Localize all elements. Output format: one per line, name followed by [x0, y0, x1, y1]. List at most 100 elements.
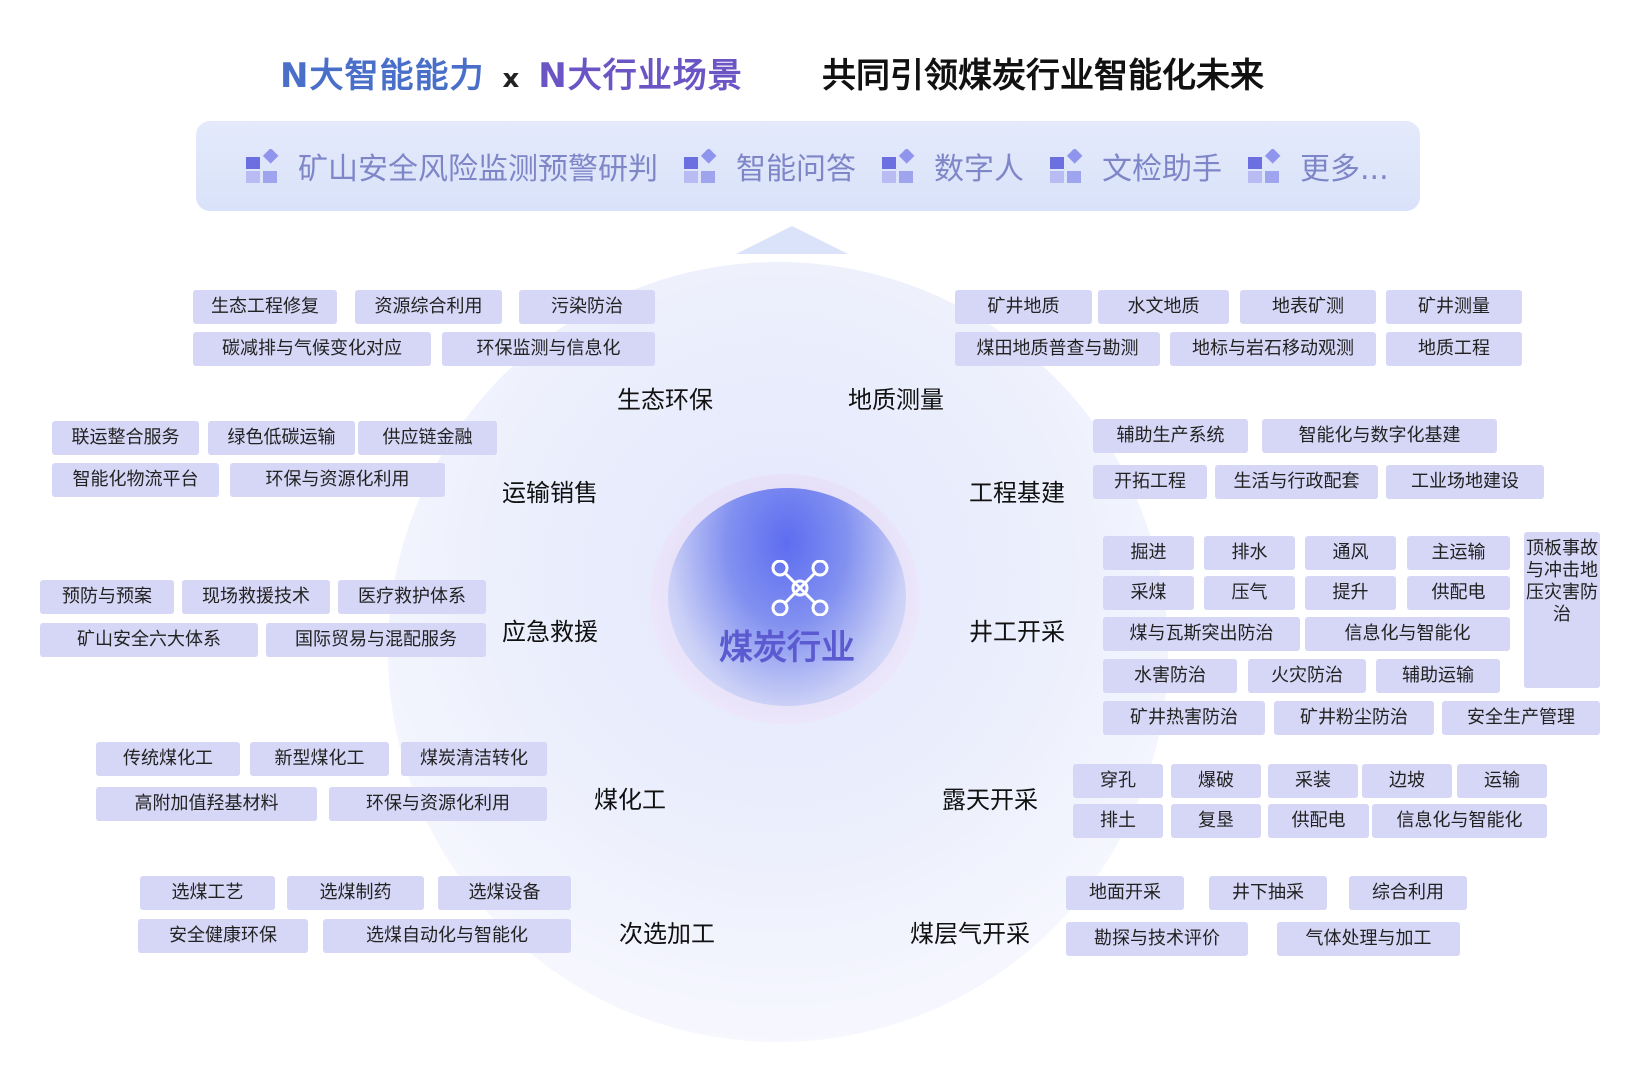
tag-rescue[interactable]: 矿山安全六大体系	[40, 623, 258, 657]
tag-geology[interactable]: 矿井地质	[955, 290, 1092, 324]
capability-label: 矿山安全风险监测预警研判	[298, 152, 658, 187]
tag-underground[interactable]: 通风	[1305, 536, 1396, 570]
tag-underground[interactable]: 安全生产管理	[1442, 701, 1600, 735]
capability-label: 数字人	[934, 152, 1024, 187]
tag-openpit[interactable]: 信息化与智能化	[1372, 804, 1547, 838]
tag-underground[interactable]: 掘进	[1103, 536, 1194, 570]
tag-rescue[interactable]: 预防与预案	[40, 580, 174, 614]
tag-cbm[interactable]: 勘探与技术评价	[1066, 922, 1248, 956]
tag-ecology[interactable]: 污染防治	[519, 290, 655, 324]
tag-underground[interactable]: 排水	[1204, 536, 1295, 570]
tag-chemical[interactable]: 新型煤化工	[250, 742, 389, 776]
up-arrow-icon	[736, 226, 848, 254]
tag-underground[interactable]: 火灾防治	[1248, 659, 1366, 693]
tag-rescue[interactable]: 国际贸易与混配服务	[266, 623, 486, 657]
tag-processing[interactable]: 选煤设备	[438, 876, 571, 910]
tag-ecology[interactable]: 生态工程修复	[193, 290, 337, 324]
tag-chemical[interactable]: 煤炭清洁转化	[401, 742, 547, 776]
tag-geology[interactable]: 矿井测量	[1386, 290, 1522, 324]
tag-transport[interactable]: 绿色低碳运输	[208, 421, 355, 455]
tag-transport[interactable]: 联运整合服务	[52, 421, 199, 455]
tag-ecology[interactable]: 碳减排与气候变化对应	[193, 332, 431, 366]
tag-underground[interactable]: 煤与瓦斯突出防治	[1103, 617, 1300, 651]
tag-underground[interactable]: 供配电	[1407, 576, 1510, 610]
tag-chemical[interactable]: 高附加值羟基材料	[96, 787, 317, 821]
capability-banner: 矿山安全风险监测预警研判 智能问答 数字人 文检助手 更多...	[196, 121, 1420, 211]
center-label: 煤炭行业	[719, 628, 855, 668]
tag-ecology[interactable]: 资源综合利用	[355, 290, 502, 324]
capability-label: 文检助手	[1102, 152, 1222, 187]
tag-transport[interactable]: 智能化物流平台	[52, 463, 219, 497]
title-slogan: 共同引领煤炭行业智能化未来	[822, 56, 1264, 96]
blocks-icon	[882, 149, 915, 183]
tag-underground[interactable]: 采煤	[1103, 576, 1194, 610]
capability-item[interactable]: 智能问答	[684, 144, 856, 188]
tag-geology[interactable]: 地质工程	[1386, 332, 1522, 366]
tag-underground[interactable]: 提升	[1305, 576, 1396, 610]
tag-cbm[interactable]: 综合利用	[1349, 876, 1467, 910]
tag-openpit[interactable]: 运输	[1457, 764, 1547, 798]
blocks-icon	[1050, 149, 1083, 183]
tag-transport[interactable]: 供应链金融	[358, 421, 497, 455]
tag-underground[interactable]: 矿井粉尘防治	[1274, 701, 1434, 735]
tag-underground[interactable]: 压气	[1204, 576, 1295, 610]
tag-openpit[interactable]: 排土	[1073, 804, 1163, 838]
tag-openpit[interactable]: 供配电	[1268, 804, 1369, 838]
title-industry-scenario: N大行业场景	[538, 56, 743, 96]
tag-construction[interactable]: 生活与行政配套	[1215, 465, 1378, 499]
tag-processing[interactable]: 选煤制药	[287, 876, 424, 910]
category-processing: 次选加工	[619, 920, 715, 948]
tag-rescue[interactable]: 现场救援技术	[182, 580, 330, 614]
capability-item[interactable]: 数字人	[882, 144, 1024, 188]
tag-processing[interactable]: 选煤自动化与智能化	[323, 919, 571, 953]
tag-openpit[interactable]: 边坡	[1362, 764, 1452, 798]
tag-cbm[interactable]: 气体处理与加工	[1277, 922, 1460, 956]
blocks-icon	[684, 149, 717, 183]
title-ai-capability: N大智能能力	[280, 56, 485, 96]
category-rescue: 应急救援	[502, 618, 598, 646]
tag-construction[interactable]: 辅助生产系统	[1093, 419, 1248, 453]
capability-item[interactable]: 文检助手	[1050, 144, 1222, 188]
tag-underground[interactable]: 水害防治	[1103, 659, 1237, 693]
category-geology: 地质测量	[848, 386, 944, 414]
blocks-icon	[1248, 149, 1281, 183]
blocks-icon	[246, 149, 279, 183]
tag-geology[interactable]: 地表矿测	[1240, 290, 1376, 324]
tag-geology[interactable]: 水文地质	[1098, 290, 1229, 324]
tag-processing[interactable]: 安全健康环保	[138, 919, 308, 953]
tag-chemical[interactable]: 环保与资源化利用	[329, 787, 547, 821]
tag-chemical[interactable]: 传统煤化工	[96, 742, 240, 776]
tag-underground[interactable]: 矿井热害防治	[1103, 701, 1265, 735]
tag-ecology[interactable]: 环保监测与信息化	[442, 332, 655, 366]
category-underground: 井工开采	[969, 618, 1065, 646]
tag-rescue[interactable]: 医疗救护体系	[338, 580, 486, 614]
tag-transport[interactable]: 环保与资源化利用	[230, 463, 445, 497]
capability-item[interactable]: 更多...	[1248, 144, 1389, 188]
tag-construction[interactable]: 开拓工程	[1093, 465, 1207, 499]
tag-processing[interactable]: 选煤工艺	[140, 876, 275, 910]
category-cbm: 煤层气开采	[910, 920, 1030, 948]
title-left: N大智能能力 x N大行业场景	[280, 48, 743, 97]
category-ecology: 生态环保	[617, 386, 713, 414]
tag-construction[interactable]: 工业场地建设	[1386, 465, 1544, 499]
capability-label: 更多...	[1300, 152, 1389, 187]
tag-openpit[interactable]: 穿孔	[1073, 764, 1163, 798]
category-transport: 运输销售	[502, 479, 598, 507]
tag-cbm[interactable]: 地面开采	[1066, 876, 1184, 910]
tag-geology[interactable]: 地标与岩石移动观测	[1170, 332, 1376, 366]
tag-underground[interactable]: 主运输	[1407, 536, 1510, 570]
tag-geology[interactable]: 煤田地质普查与勘测	[955, 332, 1160, 366]
network-nodes-icon	[771, 560, 829, 616]
category-construction: 工程基建	[969, 479, 1065, 507]
tag-underground[interactable]: 辅助运输	[1376, 659, 1500, 693]
tag-underground[interactable]: 信息化与智能化	[1305, 617, 1510, 651]
title-times: x	[502, 64, 521, 94]
category-chemical: 煤化工	[594, 786, 666, 814]
tag-openpit[interactable]: 采装	[1268, 764, 1358, 798]
tag-openpit[interactable]: 爆破	[1171, 764, 1261, 798]
tag-openpit[interactable]: 复垦	[1171, 804, 1261, 838]
capability-item[interactable]: 矿山安全风险监测预警研判	[246, 144, 658, 188]
tag-underground-vertical[interactable]: 顶板事故与冲击地压灾害防治	[1524, 532, 1600, 688]
tag-construction[interactable]: 智能化与数字化基建	[1262, 419, 1497, 453]
tag-cbm[interactable]: 井下抽采	[1209, 876, 1327, 910]
